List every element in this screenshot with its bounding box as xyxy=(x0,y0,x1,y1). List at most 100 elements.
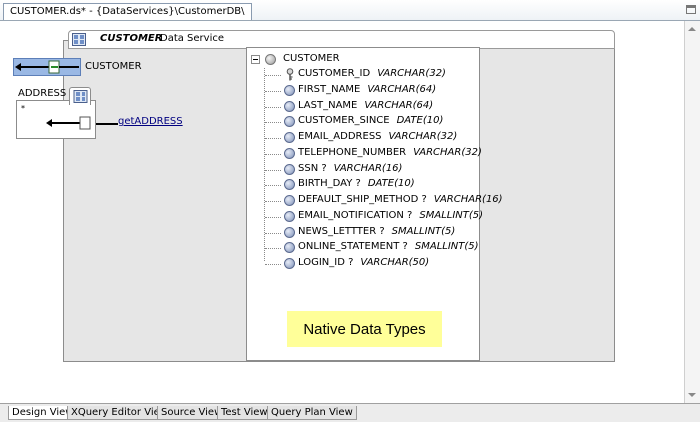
schema-field-row[interactable]: EMAIL_ADDRESS VARCHAR(32) xyxy=(247,131,477,145)
field-type: VARCHAR(64) xyxy=(364,99,434,111)
field-name: CUSTOMER_SINCE xyxy=(298,115,390,127)
field-name: NEWS_LETTTER ? xyxy=(298,225,385,237)
editor-tab[interactable]: CUSTOMER.ds* - {DataServices}\CustomerDB… xyxy=(3,3,252,20)
element-icon xyxy=(284,84,295,96)
field-text: SSN ? VARCHAR(16) xyxy=(298,163,402,174)
tree-connector xyxy=(265,216,281,218)
element-icon xyxy=(284,100,295,112)
schema-field-row[interactable]: LOGIN_ID ? VARCHAR(50) xyxy=(247,257,477,271)
schema-field-row[interactable]: EMAIL_NOTIFICATION ? SMALLINT(5) xyxy=(247,210,483,224)
tab-label: XQuery Editor View xyxy=(71,407,168,418)
field-type: VARCHAR(16) xyxy=(333,162,403,174)
field-text: FIRST_NAME VARCHAR(64) xyxy=(298,84,436,95)
schema-field-row[interactable]: LAST_NAME VARCHAR(64) xyxy=(247,100,477,114)
key-icon xyxy=(286,68,294,81)
field-type: DATE(10) xyxy=(396,115,444,127)
field-name: LOGIN_ID ? xyxy=(298,257,354,268)
editor-title-bar: CUSTOMER.ds* - {DataServices}\CustomerDB… xyxy=(0,0,700,21)
element-icon xyxy=(284,210,295,222)
element-icon xyxy=(284,147,295,159)
navigation-function-link[interactable]: getADDRESS xyxy=(118,116,183,127)
maximize-icon[interactable] xyxy=(686,5,696,14)
tree-connector xyxy=(265,169,281,171)
element-icon xyxy=(284,195,295,206)
field-type: VARCHAR(16) xyxy=(433,194,503,205)
tab-test-view[interactable]: Test View xyxy=(217,406,272,420)
navigation-connector xyxy=(96,123,118,125)
relationship-box[interactable]: * xyxy=(16,100,96,139)
tab-label: Test View xyxy=(221,407,268,418)
field-type: VARCHAR(50) xyxy=(360,257,430,268)
field-type: SMALLINT(5) xyxy=(419,209,484,221)
field-name: DEFAULT_SHIP_METHOD ? xyxy=(298,194,427,205)
field-type: VARCHAR(32) xyxy=(388,131,458,142)
read-function-arrow-icon xyxy=(15,60,79,74)
tree-connector xyxy=(265,153,281,155)
schema-field-row[interactable]: BIRTH_DAY ? DATE(10) xyxy=(247,178,477,192)
schema-field-row[interactable]: SSN ? VARCHAR(16) xyxy=(247,163,477,177)
field-name: LAST_NAME xyxy=(298,99,358,111)
data-service-icon xyxy=(72,33,86,46)
schema-field-row[interactable]: CUSTOMER_SINCE DATE(10) xyxy=(247,115,477,129)
tab-source-view[interactable]: Source View xyxy=(157,406,227,420)
field-text: TELEPHONE_NUMBER VARCHAR(32) xyxy=(298,147,482,158)
tree-connector xyxy=(265,248,281,250)
field-text: CUSTOMER_SINCE DATE(10) xyxy=(298,115,443,126)
data-service-name: CUSTOMER xyxy=(100,33,163,44)
collapse-icon[interactable] xyxy=(251,55,260,64)
element-icon xyxy=(284,116,295,128)
field-text: BIRTH_DAY ? DATE(10) xyxy=(298,178,415,189)
schema-field-row[interactable]: TELEPHONE_NUMBER VARCHAR(32) xyxy=(247,147,482,161)
schema-field-row[interactable]: CUSTOMER_ID VARCHAR(32) xyxy=(247,68,477,82)
data-service-subtitle: Data Service xyxy=(160,33,225,44)
field-name: TELEPHONE_NUMBER xyxy=(298,146,407,158)
scroll-up-arrow-icon[interactable] xyxy=(688,27,696,31)
field-name: SSN ? xyxy=(298,162,327,174)
field-name: FIRST_NAME xyxy=(298,83,361,95)
tree-connector xyxy=(265,90,281,92)
field-type: VARCHAR(32) xyxy=(413,146,482,158)
tab-label: Design View xyxy=(12,407,74,418)
field-type: VARCHAR(64) xyxy=(367,83,437,95)
field-text: CUSTOMER_ID VARCHAR(32) xyxy=(298,68,446,79)
vertical-scrollbar[interactable] xyxy=(684,21,700,403)
navigation-arrow-icon xyxy=(46,116,91,130)
schema-field-row[interactable]: DEFAULT_SHIP_METHOD ? VARCHAR(16) xyxy=(247,194,503,208)
field-text: ONLINE_STATEMENT ? SMALLINT(5) xyxy=(298,241,479,252)
relationship-tab[interactable] xyxy=(69,87,91,105)
editor-tab-title: CUSTOMER.ds* - {DataServices}\CustomerDB… xyxy=(10,6,245,17)
read-function-box[interactable] xyxy=(13,58,81,76)
tree-connector xyxy=(265,185,281,187)
tab-label: Query Plan View xyxy=(271,407,353,418)
scroll-down-arrow-icon[interactable] xyxy=(688,393,696,397)
field-name: EMAIL_ADDRESS xyxy=(298,131,382,142)
tree-connector xyxy=(265,232,281,234)
field-name: ONLINE_STATEMENT ? xyxy=(298,241,408,253)
tab-query-plan-view[interactable]: Query Plan View xyxy=(267,406,357,420)
schema-field-row[interactable]: FIRST_NAME VARCHAR(64) xyxy=(247,84,477,98)
schema-field-row[interactable]: ONLINE_STATEMENT ? SMALLINT(5) xyxy=(247,241,479,255)
read-function-label[interactable]: CUSTOMER xyxy=(85,61,142,72)
tree-connector xyxy=(265,138,281,139)
field-text: EMAIL_NOTIFICATION ? SMALLINT(5) xyxy=(298,210,483,221)
field-name: CUSTOMER_ID xyxy=(298,68,371,79)
tree-connector xyxy=(265,122,281,124)
native-data-types-callout: Native Data Types xyxy=(287,311,442,347)
field-text: DEFAULT_SHIP_METHOD ? VARCHAR(16) xyxy=(298,194,503,205)
view-tab-bar: Design View XQuery Editor View Source Vi… xyxy=(0,403,700,422)
field-type: SMALLINT(5) xyxy=(414,241,479,253)
tab-label: Source View xyxy=(161,407,223,418)
element-icon xyxy=(284,258,295,269)
schema-root-label: CUSTOMER xyxy=(283,53,340,64)
field-text: NEWS_LETTTER ? SMALLINT(5) xyxy=(298,226,455,237)
tree-connector xyxy=(265,75,281,76)
element-icon xyxy=(284,242,295,254)
field-text: LOGIN_ID ? VARCHAR(50) xyxy=(298,257,429,268)
tree-connector xyxy=(265,264,281,265)
element-icon xyxy=(284,132,295,143)
element-icon xyxy=(284,179,295,191)
element-icon xyxy=(284,226,295,238)
field-type: VARCHAR(32) xyxy=(377,68,446,79)
field-type: SMALLINT(5) xyxy=(391,225,456,237)
schema-field-row[interactable]: NEWS_LETTTER ? SMALLINT(5) xyxy=(247,226,477,240)
